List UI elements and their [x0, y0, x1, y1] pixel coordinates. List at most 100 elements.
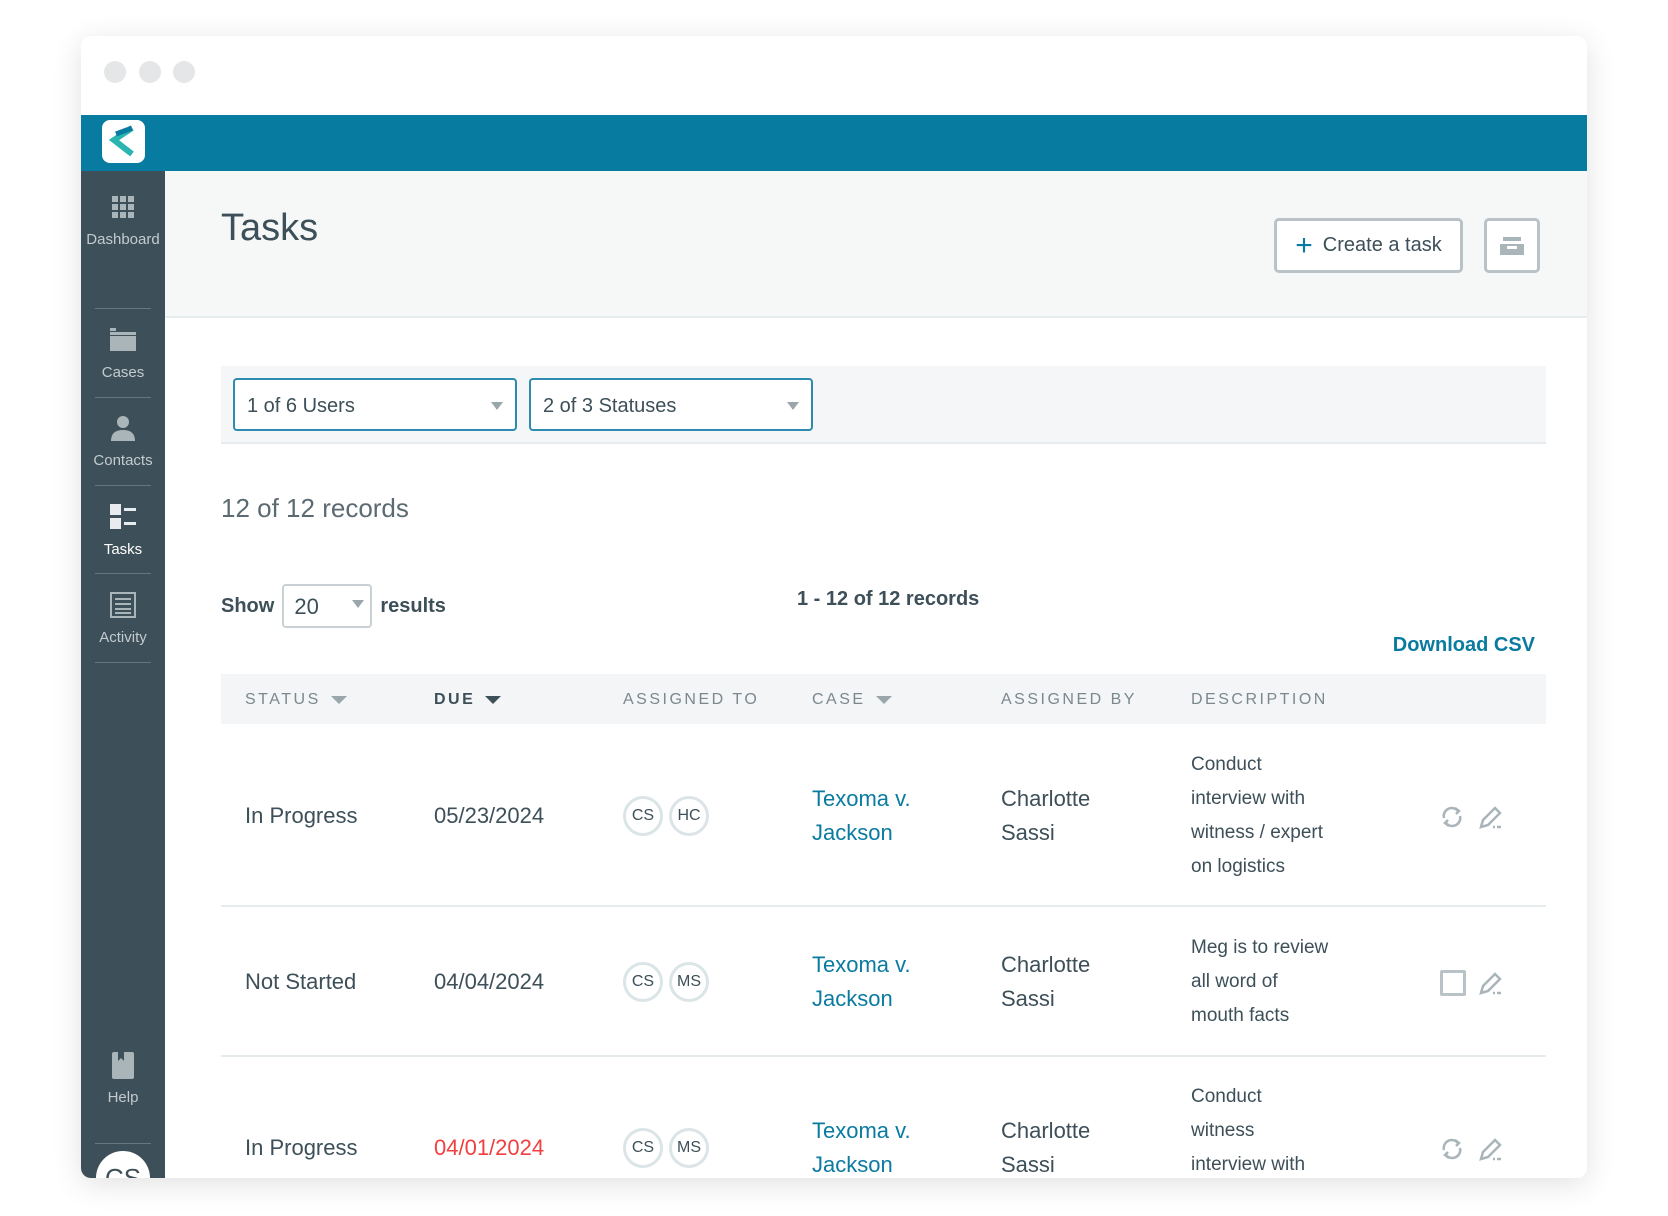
case-line: Jackson	[812, 986, 893, 1011]
book-icon	[112, 1052, 134, 1079]
column-label: ASSIGNED TO	[623, 691, 760, 708]
edit-pencil-icon[interactable]	[1478, 970, 1504, 996]
sidebar-label: Cases	[101, 364, 145, 381]
status-cell: In Progress	[245, 803, 358, 828]
case-link[interactable]: Texoma v. Jackson	[812, 1114, 911, 1178]
assigned-to-cell: CS MS	[623, 962, 715, 1002]
status-cell: In Progress	[245, 1135, 358, 1160]
assignee-chip[interactable]: CS	[623, 1128, 663, 1168]
divider	[95, 662, 151, 663]
divider	[95, 397, 151, 398]
refresh-icon[interactable]	[1439, 1136, 1465, 1162]
table-header: STATUS DUE ASSIGNED TO CASE ASSIGNED BY …	[221, 674, 1546, 724]
sidebar-item-help[interactable]: Help	[81, 1051, 165, 1106]
sidebar-item-activity[interactable]: Activity	[81, 591, 165, 646]
results-label: results	[380, 594, 446, 617]
page-title: Tasks	[221, 207, 319, 249]
column-case[interactable]: CASE	[812, 691, 892, 709]
case-link[interactable]: Texoma v. Jackson	[812, 782, 911, 850]
column-label: ASSIGNED BY	[1001, 691, 1137, 708]
sidebar: Dashboard Cases Contacts Tasks Activity …	[81, 171, 165, 1178]
column-label: DESCRIPTION	[1191, 691, 1328, 708]
desc-line: mouth facts	[1191, 1005, 1290, 1026]
table-row: In Progress 05/23/2024 CS HC Texoma v. Jac…	[221, 724, 1546, 907]
window-zoom-dot[interactable]	[173, 61, 195, 83]
column-status[interactable]: STATUS	[245, 691, 347, 709]
assigned-by-cell: Charlotte Sassi	[1001, 948, 1090, 1016]
column-description: DESCRIPTION	[1191, 691, 1328, 709]
assignee-chip[interactable]: MS	[669, 1128, 709, 1168]
sidebar-label: Help	[107, 1089, 139, 1106]
create-task-label: Create a task	[1322, 234, 1442, 256]
sidebar-item-dashboard[interactable]: Dashboard	[81, 193, 165, 248]
desc-line: witness / expert	[1191, 822, 1323, 843]
desc-line: all word of	[1191, 971, 1278, 992]
grid-icon	[112, 196, 134, 218]
edit-pencil-icon[interactable]	[1478, 1136, 1504, 1162]
assigned-by-cell: Charlotte Sassi	[1001, 782, 1090, 850]
desc-line: witness	[1191, 1120, 1255, 1141]
caret-down-icon	[787, 402, 799, 410]
person-icon	[111, 416, 135, 441]
list-icon	[110, 592, 136, 618]
sidebar-item-cases[interactable]: Cases	[81, 326, 165, 381]
assignee-chip[interactable]: HC	[669, 796, 709, 836]
case-line: Texoma v.	[812, 786, 911, 811]
column-assigned-by: ASSIGNED BY	[1001, 691, 1137, 709]
sidebar-item-contacts[interactable]: Contacts	[81, 414, 165, 469]
name-line: Sassi	[1001, 1152, 1055, 1177]
statuses-filter-select[interactable]: 2 of 3 Statuses	[529, 378, 813, 431]
case-line: Jackson	[812, 820, 893, 845]
complete-checkbox[interactable]	[1440, 970, 1466, 996]
sort-caret-icon	[330, 696, 347, 704]
assigned-to-cell: CS MS	[623, 1128, 715, 1168]
description-cell: Conduct witness interview with	[1191, 1080, 1305, 1178]
due-cell: 04/04/2024	[434, 969, 545, 994]
print-button[interactable]	[1484, 218, 1540, 273]
folder-icon	[110, 328, 136, 351]
assignee-chip[interactable]: CS	[623, 962, 663, 1002]
sidebar-label: Activity	[99, 629, 147, 646]
column-due[interactable]: DUE	[434, 691, 502, 709]
name-line: Charlotte	[1001, 952, 1091, 977]
page-size-select[interactable]: 20	[282, 584, 373, 628]
statuses-filter-value: 2 of 3 Statuses	[543, 395, 677, 417]
user-avatar[interactable]: CS	[96, 1151, 150, 1178]
column-label: STATUS	[245, 691, 321, 708]
name-line: Charlotte	[1001, 1118, 1091, 1143]
window-close-dot[interactable]	[104, 61, 126, 83]
desc-line: interview with	[1191, 1154, 1306, 1175]
sidebar-label: Dashboard	[86, 231, 160, 248]
case-line: Texoma v.	[812, 952, 911, 977]
page-size-control: Show 20 results	[221, 584, 446, 628]
page-size-value: 20	[294, 594, 319, 619]
refresh-icon[interactable]	[1439, 804, 1465, 830]
table-row: Not Started 04/04/2024 CS MS Texoma v. Jac…	[221, 907, 1546, 1057]
status-cell: Not Started	[245, 969, 357, 994]
app-window: Dashboard Cases Contacts Tasks Activity …	[81, 36, 1587, 1178]
case-link[interactable]: Texoma v. Jackson	[812, 948, 911, 1016]
app-logo[interactable]	[102, 120, 145, 163]
name-line: Sassi	[1001, 820, 1055, 845]
case-line: Jackson	[812, 1152, 893, 1177]
window-minimize-dot[interactable]	[139, 61, 161, 83]
divider	[95, 573, 151, 574]
users-filter-value: 1 of 6 Users	[247, 395, 355, 417]
name-line: Sassi	[1001, 986, 1055, 1011]
divider	[95, 1143, 151, 1144]
divider	[95, 308, 151, 309]
desc-line: Meg is to review	[1191, 937, 1329, 958]
description-cell: Meg is to review all word of mouth facts	[1191, 931, 1328, 1033]
assignee-chip[interactable]: CS	[623, 796, 663, 836]
download-csv-link[interactable]: Download CSV	[1393, 634, 1535, 657]
assigned-to-cell: CS HC	[623, 796, 715, 836]
edit-pencil-icon[interactable]	[1478, 804, 1504, 830]
assignee-chip[interactable]: MS	[669, 962, 709, 1002]
desc-line: Conduct	[1191, 754, 1262, 775]
assigned-by-cell: Charlotte Sassi	[1001, 1114, 1090, 1178]
due-cell: 05/23/2024	[434, 803, 545, 828]
sidebar-item-tasks[interactable]: Tasks	[81, 503, 165, 558]
users-filter-select[interactable]: 1 of 6 Users	[233, 378, 517, 431]
create-task-button[interactable]: + Create a task	[1274, 218, 1463, 273]
tasks-icon	[110, 504, 136, 529]
